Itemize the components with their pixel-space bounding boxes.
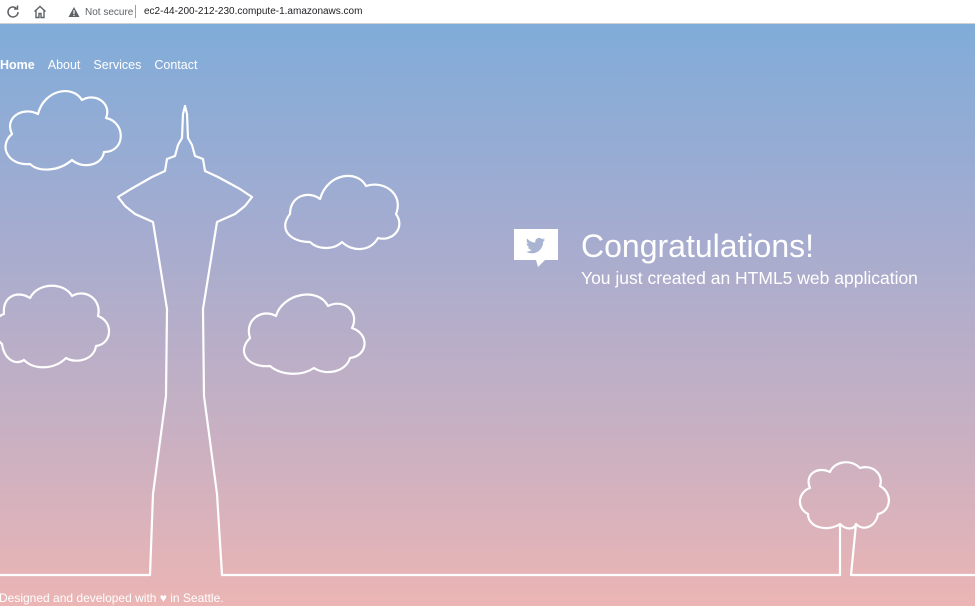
twitter-bird-speech-bubble-icon (514, 229, 558, 273)
footer-text-after: in Seattle. (166, 591, 224, 605)
security-indicator[interactable]: Not secure (68, 5, 133, 19)
seattle-skyline-illustration (0, 90, 975, 577)
home-icon[interactable] (32, 4, 48, 20)
nav-home-link[interactable]: Home (0, 58, 35, 72)
heart-icon: ♥ (159, 591, 167, 605)
footer-credit: Designed and developed with ♥ in Seattle… (0, 591, 224, 605)
address-bar[interactable]: ec2-44-200-212-230.compute-1.amazonaws.c… (144, 6, 362, 17)
site-nav: Home About Services Contact (0, 58, 197, 72)
cloud-icon (4, 90, 122, 171)
tree-icon (798, 461, 890, 530)
page-content: Home About Services Contact Congratulati… (0, 24, 975, 606)
cloud-icon (243, 293, 366, 375)
space-needle-icon (0, 104, 842, 577)
nav-contact-link[interactable]: Contact (154, 58, 197, 72)
reload-icon[interactable] (5, 4, 21, 20)
hero-title: Congratulations! (581, 228, 815, 264)
browser-toolbar: Not secure ec2-44-200-212-230.compute-1.… (0, 0, 975, 24)
hero-subtitle: You just created an HTML5 web applicatio… (581, 268, 918, 288)
nav-services-link[interactable]: Services (93, 58, 141, 72)
security-label: Not secure (85, 6, 134, 18)
nav-about-link[interactable]: About (48, 58, 81, 72)
footer-text-before: Designed and developed with (0, 591, 160, 605)
cloud-icon (284, 174, 401, 251)
warning-icon (68, 6, 80, 18)
cloud-icon (0, 284, 111, 369)
url-divider (135, 5, 136, 18)
